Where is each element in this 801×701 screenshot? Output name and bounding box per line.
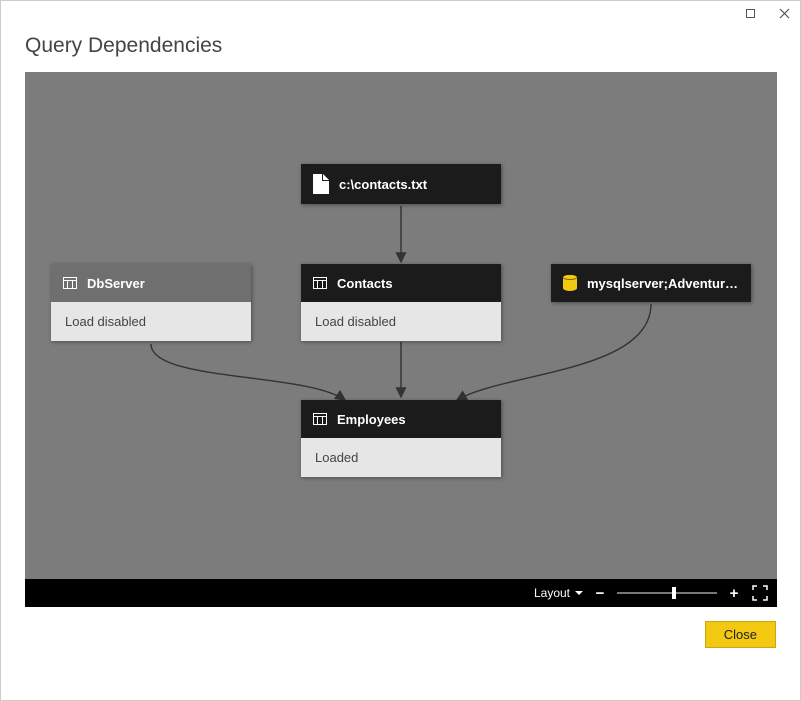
node-employees[interactable]: Employees Loaded (301, 400, 501, 477)
zoom-track (617, 592, 717, 594)
table-icon (63, 277, 77, 289)
edge-dbserver-to-employees (151, 344, 345, 400)
dialog-footer: Close (1, 607, 800, 648)
table-icon (313, 277, 327, 289)
titlebar (1, 1, 800, 26)
node-header: Contacts (301, 264, 501, 302)
node-header: Employees (301, 400, 501, 438)
node-label: Employees (337, 412, 406, 427)
node-status: Load disabled (51, 302, 251, 341)
node-file-source[interactable]: c:\contacts.txt (301, 164, 501, 204)
node-header: c:\contacts.txt (301, 164, 501, 204)
close-button[interactable]: Close (705, 621, 776, 648)
dialog-title: Query Dependencies (1, 26, 800, 72)
zoom-slider[interactable] (617, 586, 717, 600)
node-contacts[interactable]: Contacts Load disabled (301, 264, 501, 341)
node-sql-source[interactable]: mysqlserver;AdventureWor... (551, 264, 751, 302)
chevron-down-icon (575, 591, 583, 595)
canvas-bottom-bar: Layout − + (25, 579, 777, 607)
canvas-wrapper: c:\contacts.txt DbServer Load disabled C… (25, 72, 776, 607)
zoom-in-button[interactable]: + (727, 585, 741, 602)
zoom-thumb[interactable] (672, 587, 676, 599)
file-icon (313, 174, 329, 194)
dependency-canvas[interactable]: c:\contacts.txt DbServer Load disabled C… (25, 72, 777, 607)
layout-dropdown[interactable]: Layout (534, 586, 583, 600)
fit-icon (752, 585, 768, 601)
dialog-window: Query Dependencies (0, 0, 801, 701)
node-dbserver[interactable]: DbServer Load disabled (51, 264, 251, 341)
node-status: Load disabled (301, 302, 501, 341)
node-label: c:\contacts.txt (339, 177, 427, 192)
fit-to-screen-button[interactable] (751, 584, 769, 602)
node-label: mysqlserver;AdventureWor... (587, 276, 739, 291)
close-icon (779, 8, 790, 19)
database-icon (563, 275, 577, 291)
window-close-button[interactable] (776, 6, 792, 22)
node-header: mysqlserver;AdventureWor... (551, 264, 751, 302)
zoom-out-button[interactable]: − (593, 585, 607, 602)
maximize-button[interactable] (742, 6, 758, 22)
maximize-icon (746, 9, 755, 18)
layout-label: Layout (534, 586, 570, 600)
node-status: Loaded (301, 438, 501, 477)
node-label: DbServer (87, 276, 145, 291)
node-label: Contacts (337, 276, 393, 291)
table-icon (313, 413, 327, 425)
node-header: DbServer (51, 264, 251, 302)
